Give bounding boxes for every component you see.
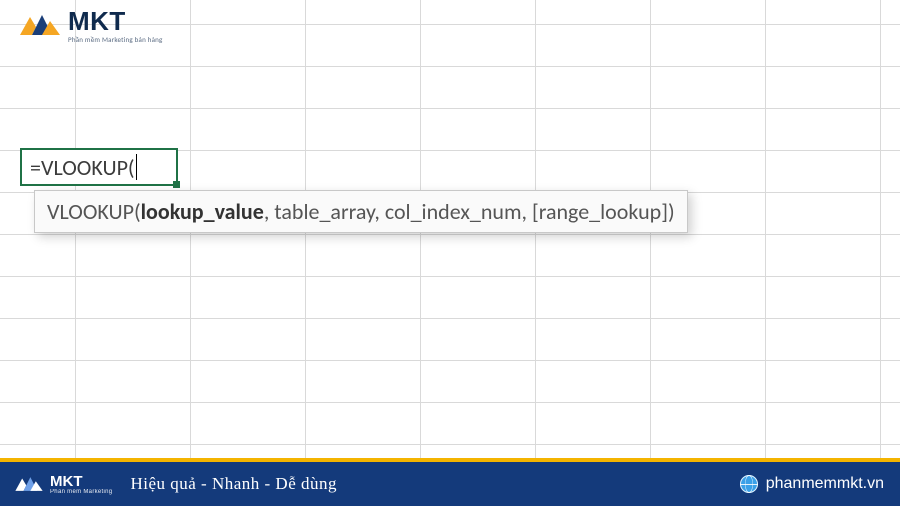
function-tooltip[interactable]: VLOOKUP(lookup_value, table_array, col_i… xyxy=(34,190,688,233)
mountain-logo-small-icon xyxy=(14,473,44,495)
footer-brand-name: MKT xyxy=(50,474,112,489)
brand-name: MKT xyxy=(68,6,163,37)
brand-logo-top: MKT Phần mềm Marketing bán hàng xyxy=(18,6,163,44)
tooltip-rest-args[interactable]: , table_array, col_index_num, [range_loo… xyxy=(264,198,675,225)
footer-brand-sub: Phần mềm Marketing xyxy=(50,489,112,495)
footer-slogan: Hiệu quả - Nhanh - Dễ dùng xyxy=(130,474,337,494)
formula-text: =VLOOKUP( xyxy=(30,154,135,181)
brand-tagline: Phần mềm Marketing bán hàng xyxy=(68,35,163,44)
text-cursor xyxy=(136,154,137,180)
tooltip-fn-name: VLOOKUP( xyxy=(47,198,141,225)
brand-footer: MKT Phần mềm Marketing Hiệu quả - Nhanh … xyxy=(0,458,900,506)
fill-handle[interactable] xyxy=(173,181,180,188)
footer-logo: MKT Phần mềm Marketing xyxy=(14,473,112,495)
globe-icon xyxy=(740,475,758,493)
spreadsheet-area[interactable]: MKT Phần mềm Marketing bán hàng =VLOOKUP… xyxy=(0,0,900,506)
active-cell[interactable]: =VLOOKUP( xyxy=(20,148,178,186)
footer-site[interactable]: phanmemmkt.vn xyxy=(740,475,884,493)
tooltip-active-arg[interactable]: lookup_value xyxy=(141,198,264,225)
footer-site-text: phanmemmkt.vn xyxy=(766,475,884,493)
mountain-logo-icon xyxy=(18,9,62,41)
cell-grid[interactable] xyxy=(0,0,900,506)
